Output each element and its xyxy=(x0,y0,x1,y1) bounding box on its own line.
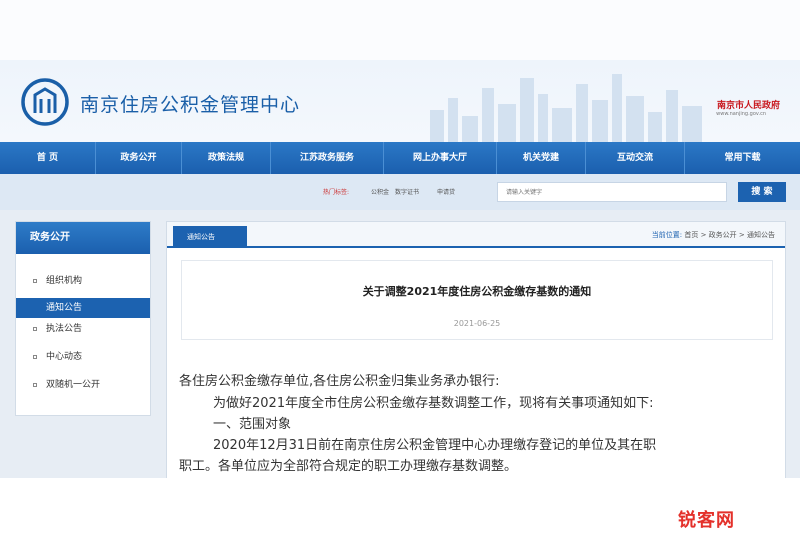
sidebar-item-notices[interactable]: 通知公告 xyxy=(16,298,150,318)
sidebar-item-center-news[interactable]: 中心动态 xyxy=(16,347,150,367)
article-paragraph: 各住房公积金缴存单位,各住房公积金归集业务承办银行: xyxy=(179,374,500,389)
article-paragraph: 职工。各单位应为全部符合规定的职工办理缴存基数调整。 xyxy=(179,459,518,474)
article-paragraph: 一、范围对象 xyxy=(213,417,292,432)
breadcrumb-label: 当前位置: xyxy=(651,231,683,239)
hot-tag[interactable]: 申请贷 xyxy=(437,187,455,196)
sidebar-item-label: 中心动态 xyxy=(46,352,83,362)
nav-item-party-building[interactable]: 机关党建 xyxy=(497,142,585,174)
nav-item-jiangsu-services[interactable]: 江苏政务服务 xyxy=(271,142,383,174)
sidebar-item-label: 双随机一公开 xyxy=(46,380,101,390)
site-title[interactable]: 南京住房公积金管理中心 xyxy=(80,90,300,117)
search-input[interactable] xyxy=(497,182,727,202)
tab-notices[interactable]: 通知公告 xyxy=(173,226,247,248)
sidebar-item-label: 执法公告 xyxy=(46,324,83,334)
sidebar-item-organization[interactable]: 组织机构 xyxy=(16,271,150,291)
city-skyline-graphic xyxy=(430,74,702,142)
gov-link-title[interactable]: 南京市人民政府 xyxy=(717,98,780,111)
nav-item-downloads[interactable]: 常用下载 xyxy=(685,142,800,174)
hot-tag[interactable]: 公积金 xyxy=(371,187,389,196)
watermark-logo: 锐客网 xyxy=(678,510,735,531)
article-paragraph: 为做好2021年度全市住房公积金缴存基数调整工作，现将有关事项通知如下: xyxy=(213,396,654,411)
hot-tags-label: 热门标签: xyxy=(323,189,350,196)
nav-item-home[interactable]: 首 页 xyxy=(0,142,95,174)
article-header: 关于调整2021年度住房公积金缴存基数的通知 2021-06-25 xyxy=(181,260,773,340)
bullet-icon xyxy=(33,326,37,331)
breadcrumb-path[interactable]: 首页 > 政务公开 > 通知公告 xyxy=(684,231,775,239)
bullet-icon xyxy=(33,354,37,359)
article-title: 关于调整2021年度住房公积金缴存基数的通知 xyxy=(362,285,592,298)
nav-item-policies[interactable]: 政策法规 xyxy=(182,142,270,174)
article-date: 2021-06-25 xyxy=(453,319,501,328)
sidebar-title: 政务公开 xyxy=(16,222,150,254)
main-content: 通知公告 当前位置: 首页 > 政务公开 > 通知公告 关于调整2021年度住房… xyxy=(166,221,786,478)
nav-item-interaction[interactable]: 互动交流 xyxy=(586,142,684,174)
article-paragraph: 2020年12月31日前在南京住房公积金管理中心办理缴存登记的单位及其在职 xyxy=(213,438,657,453)
breadcrumb: 当前位置: 首页 > 政务公开 > 通知公告 xyxy=(652,230,775,240)
nav-item-gov-affairs[interactable]: 政务公开 xyxy=(96,142,181,174)
sidebar-item-enforcement[interactable]: 执法公告 xyxy=(16,319,150,339)
bullet-icon xyxy=(33,382,37,387)
site-header: 南京住房公积金管理中心 南京市人民政府 www.nanjing.gov.cn xyxy=(0,60,800,142)
search-bar: 热门标签: 公积金 数字证书 申请贷 搜 索 xyxy=(0,174,800,210)
site-logo-icon[interactable] xyxy=(20,77,70,127)
sidebar-item-label: 组织机构 xyxy=(46,276,83,286)
sidebar-item-label: 通知公告 xyxy=(46,303,83,313)
search-button[interactable]: 搜 索 xyxy=(738,182,786,202)
main-nav: 首 页 政务公开 政策法规 江苏政务服务 网上办事大厅 机关党建 互动交流 常用… xyxy=(0,142,800,174)
content-tab-bar: 通知公告 当前位置: 首页 > 政务公开 > 通知公告 xyxy=(167,222,785,248)
sidebar: 政务公开 组织机构 通知公告 执法公告 中心动态 双随机一公开 xyxy=(15,221,151,416)
sidebar-item-random-inspection[interactable]: 双随机一公开 xyxy=(16,375,150,395)
gov-link-url: www.nanjing.gov.cn xyxy=(716,111,766,117)
nav-item-online-hall[interactable]: 网上办事大厅 xyxy=(384,142,496,174)
bullet-icon xyxy=(33,278,37,283)
hot-tag[interactable]: 数字证书 xyxy=(395,187,419,196)
top-blank-area xyxy=(0,0,800,60)
